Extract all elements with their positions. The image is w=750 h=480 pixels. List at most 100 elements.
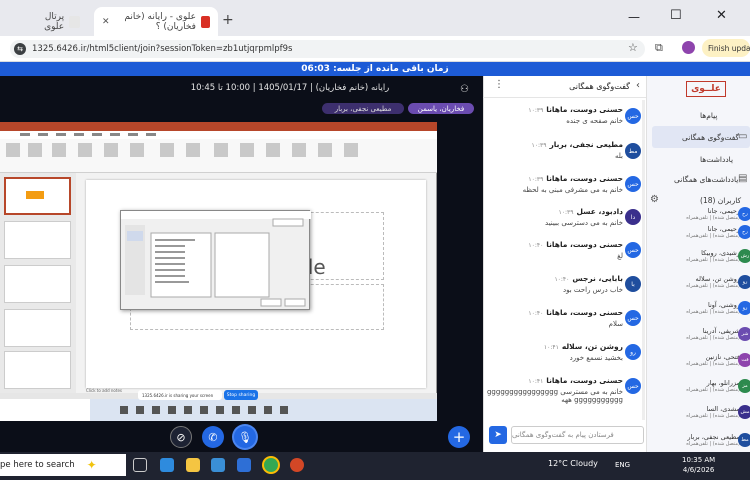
taskbar-search[interactable]: pe here to search ✦ bbox=[0, 454, 126, 476]
message-author: مطیعی نجفی، بربار bbox=[549, 140, 623, 149]
actions-button[interactable]: + bbox=[448, 426, 470, 448]
avatar: مط bbox=[625, 143, 641, 159]
chat-message-input[interactable]: فرستادن پیام به گفت‌وگوی همگانی bbox=[511, 426, 644, 444]
system-clock[interactable]: 10:35 AM 4/6/2026 bbox=[682, 455, 715, 475]
avatar: رو bbox=[738, 301, 750, 315]
sidebar-item-label: گفت‌وگوی همگانی bbox=[682, 133, 740, 142]
avatar: حس bbox=[625, 108, 641, 124]
explorer-icon[interactable] bbox=[186, 458, 200, 472]
mic-icon: 🎙 bbox=[238, 430, 252, 444]
camera-off-button[interactable]: ⊘ bbox=[170, 426, 192, 448]
message-time: ۱۰:۴۰ bbox=[528, 310, 544, 317]
language-indicator[interactable]: ENG bbox=[615, 461, 630, 469]
powerpoint-icon[interactable] bbox=[290, 458, 304, 472]
close-tab-icon[interactable]: ✕ bbox=[102, 17, 110, 27]
user-name: رحیمی، جانا bbox=[707, 225, 740, 233]
user-name: مزرانلو، بهار bbox=[706, 379, 740, 387]
user-name: مشدی، السا bbox=[706, 405, 740, 413]
stop-sharing-button[interactable]: Stop sharing bbox=[224, 390, 258, 400]
avatar: با bbox=[625, 276, 641, 292]
user-name: فتحی، نازنین bbox=[705, 353, 741, 361]
slide-thumbnail[interactable] bbox=[4, 265, 71, 303]
message-text: خانم صفحه ی جنده bbox=[566, 117, 623, 125]
slide-thumbnail[interactable] bbox=[4, 351, 71, 389]
user-status: (متصل شده) | تلفن‌همراه bbox=[686, 413, 740, 419]
user-status: (متصل شده) | تلفن‌همراه bbox=[686, 309, 740, 315]
slide-thumbnail[interactable] bbox=[4, 177, 71, 215]
extensions-icon[interactable]: ⧉ bbox=[655, 41, 663, 55]
avatar: رو bbox=[738, 275, 750, 289]
tab-portal[interactable]: پرتال علوی bbox=[18, 7, 88, 36]
search-placeholder: pe here to search bbox=[0, 460, 75, 470]
sharing-notice: 1325.6426.ir is sharing your screen bbox=[138, 390, 222, 400]
message-text: خاب درس راحت بود bbox=[563, 286, 623, 294]
avatar: حس bbox=[625, 378, 641, 394]
chat-title: گفت‌وگوی همگانی bbox=[569, 82, 630, 91]
message-author: حسنی دوست، ماهانا bbox=[546, 308, 623, 317]
sparkle-icon: ✦ bbox=[86, 458, 97, 472]
profile-avatar[interactable] bbox=[682, 41, 695, 54]
chat-scrollbar[interactable] bbox=[642, 100, 645, 420]
chat-message: حسنی دوست، ماهانا۱۰:۴۰ لغ bbox=[487, 240, 623, 260]
weather-widget[interactable]: 12°C Cloudy bbox=[548, 459, 598, 468]
ppt-ribbon bbox=[0, 131, 437, 173]
message-author: حسنی دوست، ماهانا bbox=[546, 105, 623, 114]
phone-button[interactable]: ✆ bbox=[202, 426, 224, 448]
avatar: حس bbox=[625, 242, 641, 258]
url-text: 1325.6426.ir/html5client/join?sessionTok… bbox=[32, 44, 293, 54]
edge-icon[interactable] bbox=[160, 458, 174, 472]
message-time: ۱۰:۳۹ bbox=[558, 209, 574, 216]
message-author: دادبود، عسل bbox=[576, 207, 623, 216]
chat-message: حسنی دوست، ماهانا۱۰:۴۱ خانم به می مسترسی… bbox=[487, 376, 623, 404]
send-button[interactable]: ➤ bbox=[489, 426, 507, 444]
site-info-icon[interactable]: ⇆ bbox=[14, 43, 26, 55]
avatar: مط bbox=[738, 433, 750, 447]
message-author: بابایی، نرجس bbox=[572, 274, 623, 283]
sidebar-item-shared-notes[interactable]: یادداشت‌های همگانی bbox=[674, 175, 738, 184]
user-name: مطیعی نجفی، بربار bbox=[687, 433, 740, 441]
camera-off-icon: ⊘ bbox=[176, 430, 186, 444]
mic-button[interactable]: 🎙 bbox=[234, 426, 256, 448]
close-window-icon[interactable]: ✕ bbox=[716, 8, 727, 23]
chat-message: روشن تن، سلاله۱۰:۴۱ بخشید نسمع خورد bbox=[487, 342, 623, 362]
message-time: ۱۰:۴۰ bbox=[528, 242, 544, 249]
user-list-item[interactable] bbox=[654, 207, 750, 227]
chat-message: حسنی دوست، ماهانا۱۰:۳۹ خانم به می مشرفی … bbox=[487, 174, 623, 194]
minimize-icon[interactable]: — bbox=[628, 10, 640, 24]
store-icon[interactable] bbox=[237, 458, 251, 472]
new-tab-button[interactable]: + bbox=[222, 12, 234, 28]
gear-icon[interactable]: ⚙ bbox=[650, 194, 659, 205]
bookmark-star-icon[interactable]: ☆ bbox=[628, 41, 638, 54]
logo: علــوی bbox=[686, 81, 726, 97]
finish-update-button[interactable]: Finish update bbox=[702, 39, 750, 57]
message-text: بله bbox=[614, 152, 623, 160]
avatar: رو bbox=[625, 344, 641, 360]
shared-taskbar-icons bbox=[0, 399, 288, 421]
chevron-left-icon[interactable]: ‹ bbox=[636, 80, 640, 91]
user-status: (متصل شده) | تلفن‌همراه bbox=[686, 283, 740, 289]
message-text: خانم به می مشرفی مبنی به لحظه bbox=[522, 186, 623, 194]
tab-favicon bbox=[200, 15, 210, 28]
chat-message: حسنی دوست، ماهانا۱۰:۴۰ سلام bbox=[487, 308, 623, 328]
user-name: شریفی، آدرینا bbox=[702, 327, 740, 335]
url-field[interactable]: ⇆ 1325.6426.ir/html5client/join?sessionT… bbox=[10, 40, 645, 58]
slide-thumbnail[interactable] bbox=[4, 221, 71, 259]
tab-title: پرتال علوی bbox=[44, 11, 65, 32]
meeting-title: رایانه (خانم فخاریان) | 1405/01/17 | 10:… bbox=[190, 83, 390, 93]
maximize-icon[interactable]: ☐ bbox=[670, 8, 682, 23]
ribbon-icons bbox=[0, 131, 437, 157]
message-time: ۱۰:۴۱ bbox=[528, 378, 544, 385]
speaker-badge: مطیعی نجفی، بربار bbox=[322, 103, 404, 114]
slide-thumbnail[interactable] bbox=[4, 309, 71, 347]
avatar: حس bbox=[625, 310, 641, 326]
mail-icon[interactable] bbox=[211, 458, 225, 472]
user-icon[interactable]: ⚇ bbox=[460, 84, 469, 95]
clock-date: 4/6/2026 bbox=[682, 466, 715, 474]
chrome-icon[interactable] bbox=[264, 458, 278, 472]
more-options-icon[interactable]: ⋮ bbox=[494, 79, 504, 90]
tab-class[interactable]: علوی - رایانه (خانم فخاریان) ؟ ✕ bbox=[94, 7, 218, 36]
message-time: ۱۰:۳۹ bbox=[528, 107, 544, 114]
task-view-icon[interactable] bbox=[133, 458, 147, 472]
message-text: لغ bbox=[617, 252, 623, 260]
user-status: (متصل شده) | تلفن‌همراه bbox=[686, 335, 740, 341]
